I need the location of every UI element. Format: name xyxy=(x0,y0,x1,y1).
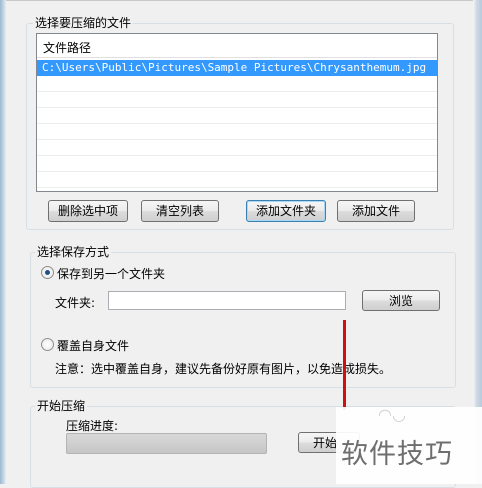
empty-row xyxy=(37,92,437,108)
empty-row xyxy=(37,108,437,124)
add-file-button[interactable]: 添加文件 xyxy=(337,200,415,222)
save-method-title: 选择保存方式 xyxy=(35,245,112,259)
overwrite-label[interactable]: 覆盖自身文件 xyxy=(57,337,129,354)
progress-label: 压缩进度: xyxy=(66,419,119,433)
delete-selected-button[interactable]: 删除选中项 xyxy=(48,200,128,222)
add-folder-button[interactable]: 添加文件夹 xyxy=(246,200,326,222)
column-header-file-path[interactable]: 文件路径 xyxy=(43,39,91,56)
empty-row xyxy=(37,124,437,140)
file-selection-title: 选择要压缩的文件 xyxy=(33,16,134,30)
empty-row xyxy=(37,172,437,188)
window-top-line xyxy=(6,0,473,1)
empty-row xyxy=(37,76,437,92)
folder-label: 文件夹: xyxy=(55,296,96,310)
save-to-folder-label[interactable]: 保存到另一个文件夹 xyxy=(57,265,165,282)
folder-path-input[interactable] xyxy=(108,291,346,310)
file-path-cell: C:\Users\Public\Pictures\Sample Pictures… xyxy=(42,61,427,74)
clear-list-button[interactable]: 清空列表 xyxy=(141,200,219,222)
save-to-folder-radio[interactable] xyxy=(41,266,54,279)
watermark-text: 软件技巧 xyxy=(341,439,453,470)
table-row[interactable]: C:\Users\Public\Pictures\Sample Pictures… xyxy=(37,60,437,76)
overwrite-note: 注意：选中覆盖自身，建议先备份好原有图片，以免造成损失。 xyxy=(55,362,392,376)
empty-row xyxy=(37,140,437,156)
empty-row xyxy=(37,156,437,172)
red-annotation-line xyxy=(343,320,346,410)
file-list-header[interactable]: 文件路径 xyxy=(37,34,437,58)
compression-progress-bar xyxy=(66,433,267,454)
start-compression-title: 开始压缩 xyxy=(35,399,88,413)
file-list[interactable]: 文件路径 C:\Users\Public\Pictures\Sample Pic… xyxy=(36,33,438,192)
overwrite-radio[interactable] xyxy=(41,338,54,351)
browse-button[interactable]: 浏览 xyxy=(362,290,440,311)
window-left-edge xyxy=(0,0,6,484)
watermark-logo-icon: ◠◡ xyxy=(378,405,406,424)
